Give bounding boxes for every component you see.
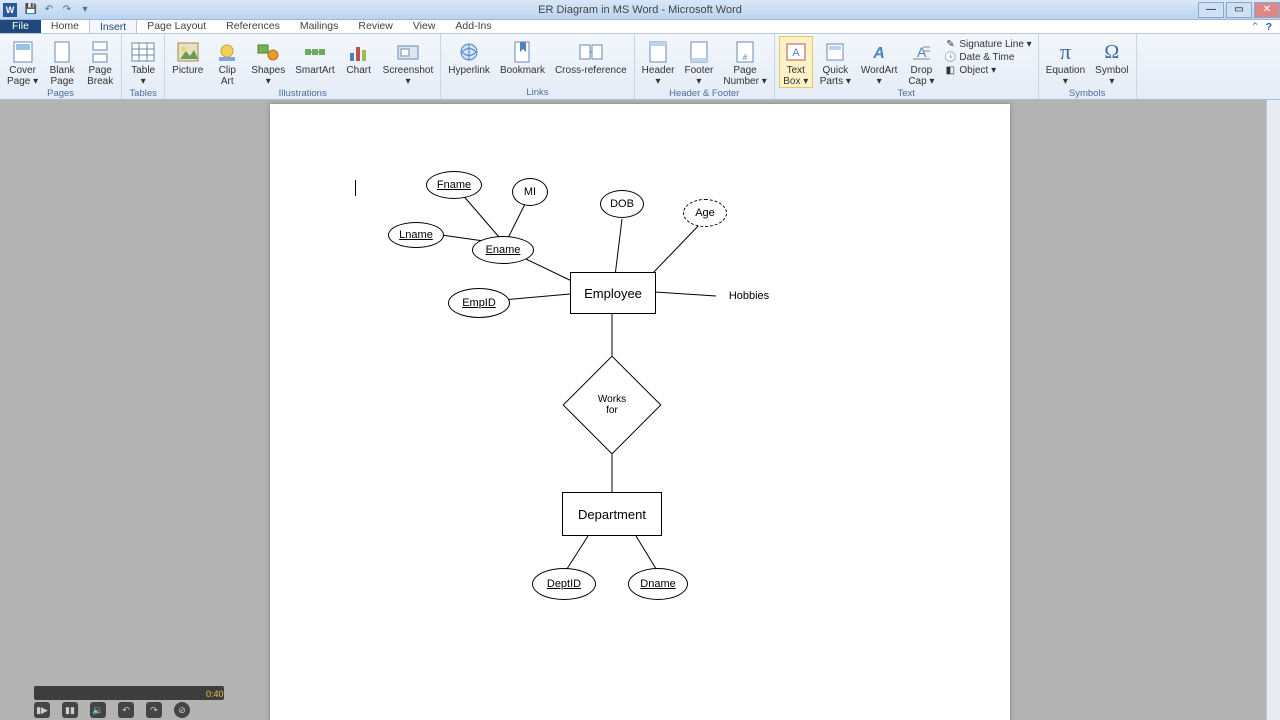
group-illustrations-label: Illustrations <box>169 88 436 100</box>
tab-home[interactable]: Home <box>41 19 89 33</box>
tab-references[interactable]: References <box>216 19 290 33</box>
tab-view[interactable]: View <box>403 19 446 33</box>
media-timestamp: 0:40 <box>206 689 224 699</box>
attr-dname[interactable]: Dname <box>628 568 688 600</box>
header-button[interactable]: Header ▾ <box>639 36 678 88</box>
text-box-button[interactable]: AText Box ▾ <box>779 36 813 88</box>
attr-mi[interactable]: MI <box>512 178 548 206</box>
clip-art-button[interactable]: Clip Art <box>210 36 244 88</box>
ribbon: Cover Page ▾ Blank Page Page Break Pages… <box>0 34 1280 100</box>
attr-empid[interactable]: EmpID <box>448 288 510 318</box>
document-area[interactable]: Fname MI Lname Ename DOB Age EmpID Hobbi… <box>0 100 1280 720</box>
relationship-works-for[interactable]: Works for <box>577 370 647 440</box>
equation-button[interactable]: πEquation ▾ <box>1043 36 1088 88</box>
signature-line-button[interactable]: ✎Signature Line ▾ <box>942 38 1033 50</box>
tab-mailings[interactable]: Mailings <box>290 19 349 33</box>
media-stop-button[interactable]: ⊘ <box>174 702 190 718</box>
group-headerfooter-label: Header & Footer <box>639 88 770 100</box>
qat-customize-icon[interactable]: ▾ <box>78 3 92 17</box>
tab-file[interactable]: File <box>0 19 41 33</box>
qat-undo-icon[interactable]: ↶ <box>42 3 56 17</box>
wordart-button[interactable]: AWordArt ▾ <box>858 36 901 88</box>
footer-button[interactable]: Footer ▾ <box>681 36 716 88</box>
close-button[interactable]: ✕ <box>1254 2 1280 18</box>
picture-button[interactable]: Picture <box>169 36 206 78</box>
tab-addins[interactable]: Add-Ins <box>445 19 501 33</box>
smartart-button[interactable]: SmartArt <box>292 36 337 78</box>
text-cursor <box>355 180 356 196</box>
cross-reference-button[interactable]: Cross-reference <box>552 36 630 78</box>
cover-page-button[interactable]: Cover Page ▾ <box>4 36 41 88</box>
quick-access-toolbar: 💾 ↶ ↷ ▾ <box>24 3 92 17</box>
drop-cap-button[interactable]: ADrop Cap ▾ <box>904 36 938 88</box>
attr-dob[interactable]: DOB <box>600 190 644 218</box>
svg-text:A: A <box>792 47 800 59</box>
qat-save-icon[interactable]: 💾 <box>24 3 38 17</box>
help-icon[interactable]: ? <box>1266 21 1272 33</box>
group-symbols-label: Symbols <box>1043 88 1132 100</box>
minimize-button[interactable]: — <box>1198 2 1224 18</box>
media-volume-button[interactable]: 🔉 <box>90 702 106 718</box>
group-header-footer: Header ▾ Footer ▾ #Page Number ▾ Header … <box>635 34 775 99</box>
qat-redo-icon[interactable]: ↷ <box>60 3 74 17</box>
shapes-button[interactable]: Shapes ▾ <box>248 36 288 88</box>
attr-hobbies[interactable]: Hobbies <box>716 282 782 310</box>
screenshot-button[interactable]: Screenshot ▾ <box>380 36 437 88</box>
ribbon-tabs: File Home Insert Page Layout References … <box>0 20 1280 34</box>
quick-parts-button[interactable]: Quick Parts ▾ <box>817 36 854 88</box>
group-links-label: Links <box>445 87 629 99</box>
minimize-ribbon-icon[interactable]: ⌃ <box>1251 21 1260 33</box>
media-pause-button[interactable]: ▮▮ <box>62 702 78 718</box>
table-button[interactable]: Table ▾ <box>126 36 160 88</box>
bookmark-button[interactable]: Bookmark <box>497 36 548 78</box>
media-play-button[interactable]: ▮▶ <box>34 702 50 718</box>
document-page[interactable]: Fname MI Lname Ename DOB Age EmpID Hobbi… <box>270 104 1010 720</box>
group-tables: Table ▾ Tables <box>122 34 165 99</box>
svg-text:A: A <box>917 44 927 60</box>
group-text: AText Box ▾ Quick Parts ▾ AWordArt ▾ ADr… <box>775 34 1039 99</box>
blank-page-button[interactable]: Blank Page <box>45 36 79 88</box>
group-text-label: Text <box>779 88 1034 100</box>
word-app-icon: W <box>3 3 17 17</box>
maximize-button[interactable]: ▭ <box>1226 2 1252 18</box>
group-tables-label: Tables <box>126 88 160 100</box>
attr-fname[interactable]: Fname <box>426 171 482 199</box>
group-symbols: πEquation ▾ ΩSymbol ▾ Symbols <box>1039 34 1137 99</box>
date-time-button[interactable]: 🕓Date & Time <box>942 51 1033 63</box>
group-illustrations: Picture Clip Art Shapes ▾ SmartArt Chart… <box>165 34 441 99</box>
svg-text:A: A <box>872 45 885 62</box>
group-pages: Cover Page ▾ Blank Page Page Break Pages <box>0 34 122 99</box>
hyperlink-button[interactable]: Hyperlink <box>445 36 493 78</box>
vertical-scrollbar[interactable] <box>1266 100 1280 720</box>
page-number-button[interactable]: #Page Number ▾ <box>720 36 769 88</box>
media-controls: ▮▶ ▮▮ 🔉 ↶ ↷ ⊘ <box>34 700 190 720</box>
media-seek-bar[interactable] <box>34 686 224 700</box>
object-button[interactable]: ◧Object ▾ <box>942 64 1033 76</box>
group-links: Hyperlink Bookmark Cross-reference Links <box>441 34 634 99</box>
svg-text:#: # <box>743 53 748 62</box>
attr-lname[interactable]: Lname <box>388 222 444 248</box>
symbol-button[interactable]: ΩSymbol ▾ <box>1092 36 1131 88</box>
tab-page-layout[interactable]: Page Layout <box>137 19 216 33</box>
page-break-button[interactable]: Page Break <box>83 36 117 88</box>
tab-insert[interactable]: Insert <box>89 19 137 33</box>
chart-button[interactable]: Chart <box>342 36 376 78</box>
media-prev-button[interactable]: ↶ <box>118 702 134 718</box>
entity-department[interactable]: Department <box>562 492 662 536</box>
tab-review[interactable]: Review <box>348 19 402 33</box>
attr-age[interactable]: Age <box>683 199 727 227</box>
entity-employee[interactable]: Employee <box>570 272 656 314</box>
attr-deptid[interactable]: DeptID <box>532 568 596 600</box>
attr-ename[interactable]: Ename <box>472 236 534 264</box>
window-controls: — ▭ ✕ <box>1196 2 1280 18</box>
media-next-button[interactable]: ↷ <box>146 702 162 718</box>
window-title: ER Diagram in MS Word - Microsoft Word <box>538 4 742 16</box>
title-bar: W 💾 ↶ ↷ ▾ ER Diagram in MS Word - Micros… <box>0 0 1280 20</box>
group-pages-label: Pages <box>4 88 117 100</box>
